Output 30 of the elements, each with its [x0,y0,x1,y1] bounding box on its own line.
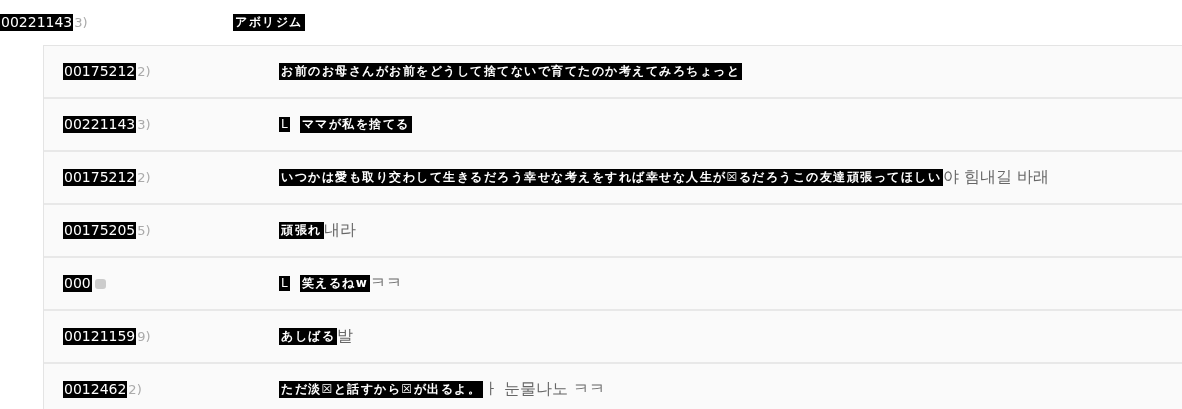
user-id: 00221143 [0,14,74,31]
comment-number: 5) [137,223,151,238]
comment-number: 2) [128,382,142,397]
translation-label: 頑張れ [279,222,324,239]
user-id: 0012462 [63,381,128,398]
translation-label: 笑えるねw [299,275,371,292]
translation-label: いつかは愛も取り交わして生きるだろう幸せな考えをすれば幸せな人生が☒るだろうこの友達頑張ってほしい [279,169,944,186]
user-id: 00175212 [63,169,137,186]
comment-number: 2) [137,64,151,79]
translation-label: お前のお母さんがお前をどうして捨てないで育てたのか考えてみろちょっと [279,63,742,80]
comment-number: 2) [137,170,151,185]
translation-label: ただ淡☒と話すから☒が出るよ。 [279,381,483,398]
comment-text: 야 힘내길 바래 [943,167,1050,188]
comment-text: ㅏ 눈물나노 ㅋㅋ [483,379,606,400]
comment-number: 3) [137,117,151,132]
comment-number: 3) [74,15,88,30]
user-id: 00175205 [63,222,137,239]
comment-text: 발 [337,326,353,347]
comment-number: 9) [137,329,151,344]
reply-mark: L [279,117,290,132]
user-id: 00221143 [63,116,137,133]
user-id: 000 [63,275,92,292]
translation-label: ママが私を捨てる [299,116,412,133]
comment-text: 내라 [323,220,356,241]
user-id: 00175212 [63,63,137,80]
user-id: 00121159 [63,328,137,345]
translation-label: アボリジム [233,14,305,31]
reply-mark: L [279,276,290,291]
comment-text: ㅋㅋ [370,273,403,294]
translation-label: あしばる [279,328,337,345]
